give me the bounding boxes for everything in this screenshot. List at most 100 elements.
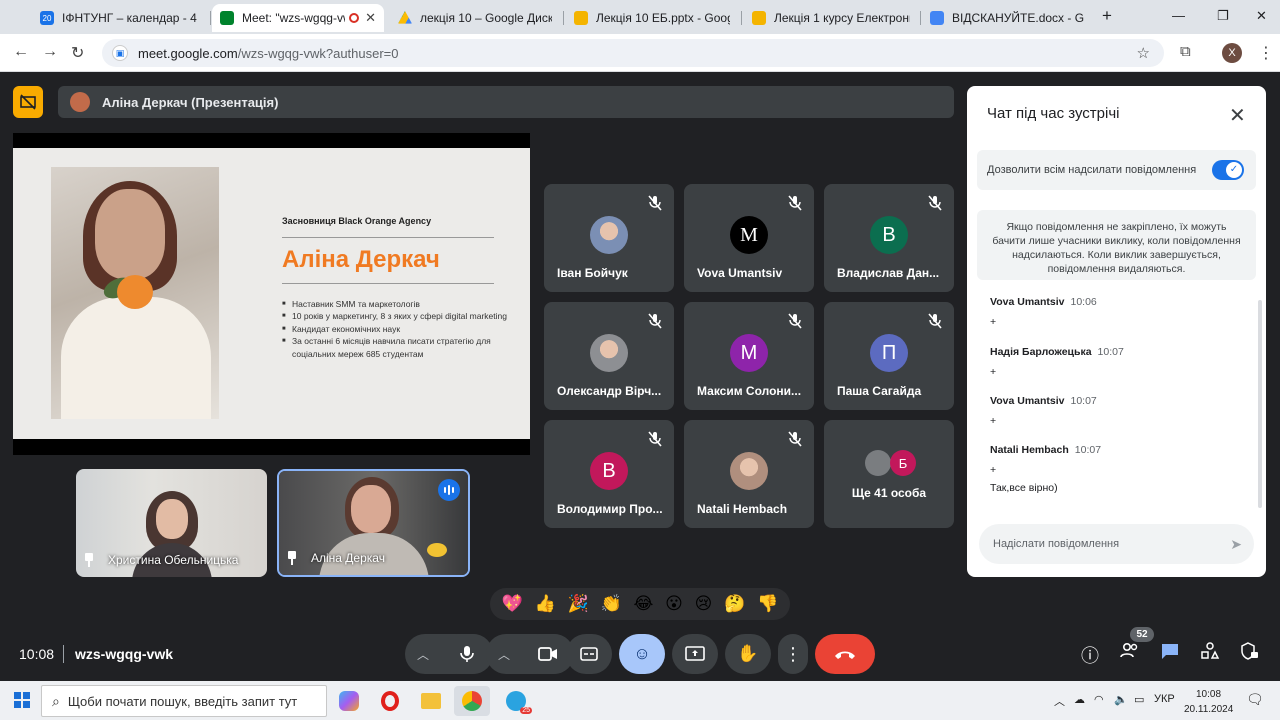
reaction-thinking-button[interactable]: 🤔: [724, 594, 745, 614]
captions-button[interactable]: [566, 634, 612, 674]
telegram-icon[interactable]: 25: [498, 686, 534, 716]
raise-hand-button[interactable]: ✋: [725, 634, 771, 674]
send-icon[interactable]: ➤: [1230, 536, 1242, 553]
battery-icon[interactable]: ▭: [1134, 693, 1144, 706]
taskbar-date[interactable]: 20.11.2024: [1184, 704, 1233, 715]
close-window-button[interactable]: ✕: [1256, 8, 1267, 24]
leave-call-button[interactable]: [815, 634, 875, 674]
reaction-surprised-button[interactable]: 😮: [665, 594, 683, 614]
chat-icon[interactable]: [1158, 642, 1182, 665]
bookmark-star-icon[interactable]: ☆: [1137, 44, 1150, 62]
pin-icon[interactable]: [287, 551, 297, 565]
chat-title: Чат під час зустрічі: [987, 105, 1120, 122]
present-screen-button[interactable]: [672, 634, 718, 674]
camera-tile[interactable]: Христина Обельницька: [76, 469, 267, 577]
slide-canvas: Засновниця Black Orange Agency Аліна Дер…: [13, 148, 530, 439]
close-tab-icon[interactable]: ✕: [365, 10, 376, 26]
participant-avatar: [590, 216, 628, 254]
pin-icon[interactable]: [84, 553, 94, 567]
mic-off-icon: [648, 195, 662, 211]
maximize-button[interactable]: ❐: [1217, 8, 1229, 24]
participant-name: Володимир Про...: [557, 502, 663, 516]
reaction-sad-button[interactable]: 😢: [695, 594, 713, 614]
more-participants-tile[interactable]: Б Ще 41 особа: [824, 420, 954, 528]
tab-separator: [920, 11, 921, 25]
presentation-icon[interactable]: [13, 86, 43, 118]
close-icon[interactable]: ✕: [1229, 103, 1246, 128]
participant-avatar: Б: [890, 450, 916, 476]
tab-title: лекція 10 – Google Диск: [420, 11, 552, 25]
activities-icon[interactable]: [1198, 642, 1222, 665]
notifications-icon[interactable]: 🗨: [1246, 691, 1264, 708]
chat-message: Natali Hembach 10:07 + Так,все вірно): [990, 444, 1101, 494]
reload-button[interactable]: ↻: [71, 43, 84, 63]
taskbar-time[interactable]: 10:08: [1196, 689, 1221, 700]
tray-chevron-icon[interactable]: ︿: [1054, 693, 1065, 709]
back-button[interactable]: ←: [13, 43, 29, 61]
chat-message: Надія Барложецька 10:07 +: [990, 346, 1124, 378]
chrome-icon[interactable]: [454, 686, 490, 716]
taskbar-search[interactable]: ⌕ Щоби почати пошук, введіть запит тут: [41, 685, 327, 717]
reaction-clap-button[interactable]: 👏: [601, 594, 622, 614]
site-info-icon[interactable]: ▣: [112, 45, 128, 61]
forward-button[interactable]: →: [42, 43, 58, 61]
slide-bullet: Наставник SMM та маркетологів: [282, 298, 512, 311]
participant-tile[interactable]: М Максим Солони...: [684, 302, 814, 410]
reaction-thumbs-down-button[interactable]: 👎: [757, 594, 778, 614]
wifi-icon[interactable]: ◠: [1094, 693, 1104, 706]
meeting-code: wzs-wgqg-vwk: [75, 646, 174, 662]
browser-tab[interactable]: Лекція 1 курсу Електронн: [744, 4, 918, 32]
participant-tile[interactable]: П Паша Сагайда: [824, 302, 954, 410]
browser-tab[interactable]: ВІДСКАНУЙТЕ.docx - Goo: [922, 4, 1092, 32]
chat-message: Vova Umantsiv 10:06 +: [990, 296, 1097, 328]
volume-icon[interactable]: 🔈: [1114, 693, 1128, 706]
copilot-icon[interactable]: [331, 686, 367, 716]
audio-options-chevron-icon[interactable]: ︿: [405, 646, 441, 663]
address-bar[interactable]: ▣ meet.google.com/wzs-wgqg-vwk?authuser=…: [102, 39, 1164, 67]
allow-messages-toggle[interactable]: [1212, 160, 1244, 180]
slides-icon: [752, 11, 766, 25]
browser-tab-active[interactable]: Meet: "wzs-wgqg-vwk" ✕: [212, 4, 384, 32]
file-explorer-icon[interactable]: [413, 686, 449, 716]
opera-icon[interactable]: [372, 686, 408, 716]
extensions-icon[interactable]: ⧉: [1180, 43, 1191, 60]
reaction-laugh-button[interactable]: 😂: [633, 594, 653, 614]
browser-tab[interactable]: Лекція 10 ЕБ.pptx - Googl: [566, 4, 738, 32]
menu-icon[interactable]: ⋮: [1258, 43, 1274, 63]
video-options-chevron-icon[interactable]: ︿: [486, 646, 522, 663]
participant-tile[interactable]: Іван Бойчук: [544, 184, 674, 292]
participant-tile[interactable]: Natali Hembach: [684, 420, 814, 528]
reaction-party-button[interactable]: 🎉: [568, 594, 589, 614]
host-controls-icon[interactable]: [1238, 642, 1262, 665]
minimize-button[interactable]: —: [1172, 8, 1185, 23]
message-author: Vova Umantsiv: [990, 296, 1065, 308]
reaction-thumbs-up-button[interactable]: 👍: [535, 594, 556, 614]
slide-subtitle: Засновниця Black Orange Agency: [282, 216, 432, 226]
profile-avatar[interactable]: X: [1222, 43, 1242, 63]
new-tab-button[interactable]: +: [1102, 6, 1112, 26]
tab-title: Meet: "wzs-wgqg-vwk": [242, 11, 345, 25]
tab-separator: [210, 11, 211, 25]
presenter-avatar: [70, 92, 90, 112]
participant-tile[interactable]: Олександр Вірч...: [544, 302, 674, 410]
emoji-button[interactable]: ☺: [619, 634, 665, 674]
people-icon[interactable]: [1118, 642, 1142, 663]
chat-scrollbar[interactable]: [1258, 300, 1262, 508]
browser-tab[interactable]: 20 ІФНТУНГ – календар - 4 д: [32, 4, 208, 32]
chat-message-input[interactable]: Надіслати повідомлення ➤: [979, 524, 1254, 564]
windows-start-icon[interactable]: [14, 692, 30, 708]
participant-tile[interactable]: M Vova Umantsiv: [684, 184, 814, 292]
participant-tile[interactable]: В Володимир Про...: [544, 420, 674, 528]
language-indicator[interactable]: УКР: [1154, 693, 1175, 705]
participant-avatar: [865, 450, 891, 476]
meeting-info-icon[interactable]: ⓘ: [1078, 642, 1102, 668]
participant-tile[interactable]: В Владислав Дан...: [824, 184, 954, 292]
more-options-button[interactable]: ⋮: [778, 634, 808, 674]
cloud-icon[interactable]: ☁: [1074, 693, 1085, 706]
people-count-badge: 52: [1130, 627, 1154, 642]
more-participants-label: Ще 41 особа: [851, 486, 927, 500]
camera-tile-speaking[interactable]: Аліна Деркач: [277, 469, 470, 577]
browser-tab[interactable]: лекція 10 – Google Диск: [390, 4, 560, 32]
slide-title: Аліна Деркач: [282, 246, 440, 273]
reaction-heart-button[interactable]: 💖: [502, 594, 523, 614]
